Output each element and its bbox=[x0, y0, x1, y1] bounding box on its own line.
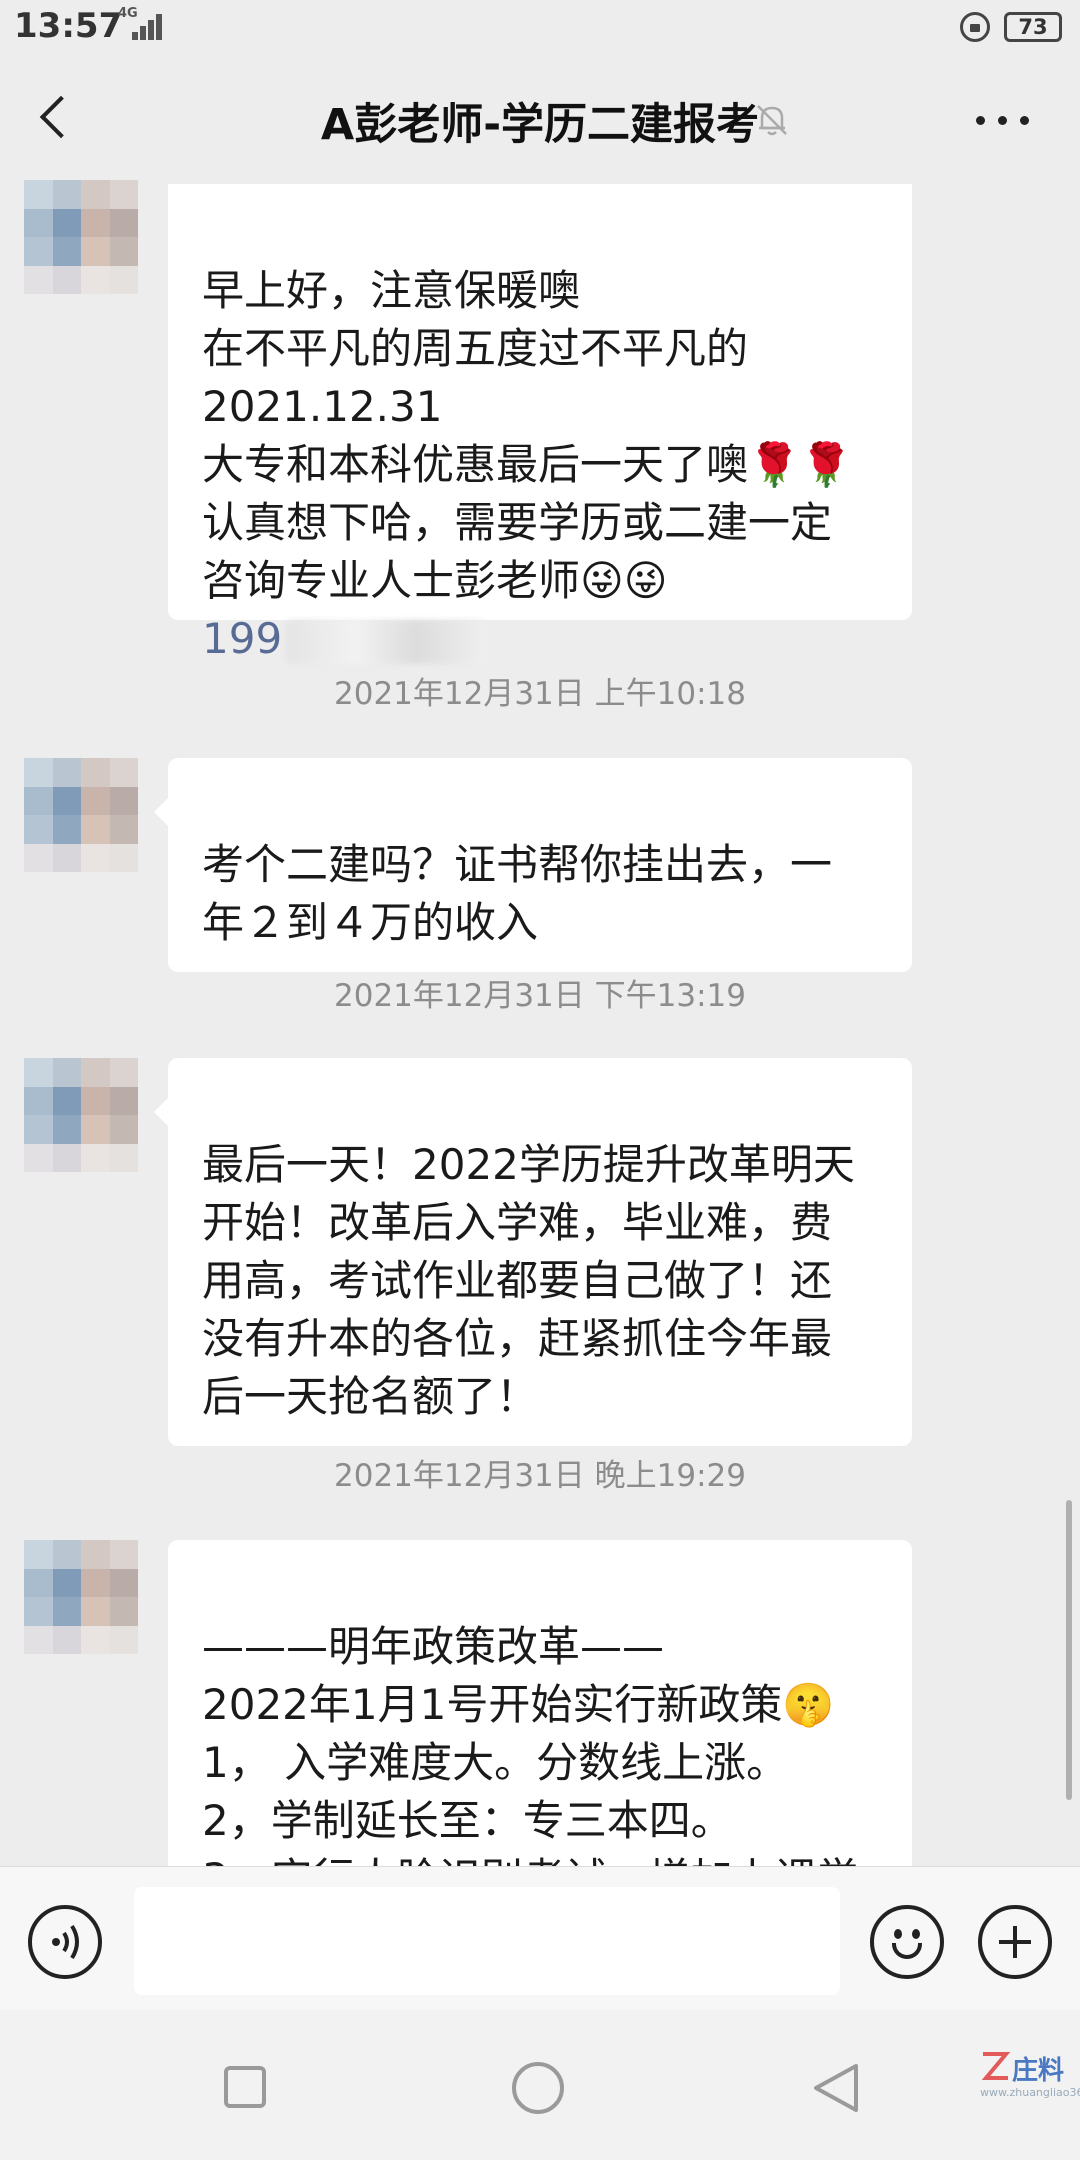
message-text: ———明年政策改革—— 2022年1月1号开始实行新政策🤫 1， 入学难度大。分… bbox=[202, 1622, 859, 1866]
message-timestamp: 2021年12月31日 下午13:19 bbox=[334, 978, 746, 1014]
phone-number-text: 199 bbox=[202, 614, 283, 663]
message-text: 考个二建吗？证书帮你挂出去，一 年２到４万的收入 bbox=[202, 840, 833, 947]
message-bubble[interactable]: ———明年政策改革—— 2022年1月1号开始实行新政策🤫 1， 入学难度大。分… bbox=[168, 1540, 912, 1866]
chat-title: A彭老师-学历二建报考 bbox=[320, 100, 760, 150]
message-text: 最后一天！2022学历提升改革明天 开始！改革后入学难，毕业难，费 用高，考试作… bbox=[202, 1140, 855, 1421]
plus-circle-icon[interactable] bbox=[978, 1905, 1052, 1979]
system-nav-bar bbox=[0, 2010, 1080, 2160]
home-icon[interactable] bbox=[512, 2062, 564, 2114]
emoji-icon[interactable] bbox=[870, 1905, 944, 1979]
message-bubble[interactable]: 考个二建吗？证书帮你挂出去，一 年２到４万的收入 bbox=[154, 758, 912, 972]
battery-icon: 73 bbox=[1004, 12, 1062, 42]
input-bar bbox=[0, 1866, 1080, 2010]
message-timestamp: 2021年12月31日 上午10:18 bbox=[334, 676, 746, 712]
status-bar: 13:57 4G 73 bbox=[0, 0, 1080, 56]
avatar[interactable] bbox=[24, 758, 138, 872]
message-text: 早上好，注意保暖噢 在不平凡的周五度过不平凡的 2021.12.31 大专和本科… bbox=[202, 266, 853, 605]
watermark: 庄料 www.zhuangliao365.com bbox=[980, 2050, 1080, 2120]
watermark-logo-icon bbox=[981, 2052, 1010, 2080]
avatar[interactable] bbox=[24, 1058, 138, 1172]
bell-off-icon bbox=[757, 105, 787, 136]
chat-header: A彭老师-学历二建报考 bbox=[0, 56, 1080, 184]
redacted-blur bbox=[286, 619, 487, 664]
message-timestamp: 2021年12月31日 晚上19:29 bbox=[334, 1458, 746, 1494]
message-bubble[interactable]: 早上好，注意保暖噢 在不平凡的周五度过不平凡的 2021.12.31 大专和本科… bbox=[168, 184, 912, 664]
scrollbar[interactable] bbox=[1066, 1500, 1072, 1800]
rotation-lock-icon bbox=[960, 12, 990, 42]
back-triangle-icon[interactable] bbox=[808, 2060, 864, 2116]
avatar[interactable] bbox=[24, 1540, 138, 1654]
message-bubble[interactable]: 最后一天！2022学历提升改革明天 开始！改革后入学难，毕业难，费 用高，考试作… bbox=[154, 1058, 912, 1446]
recent-apps-icon[interactable] bbox=[224, 2066, 266, 2108]
more-dots-icon[interactable] bbox=[968, 106, 1038, 136]
voice-icon[interactable] bbox=[28, 1905, 102, 1979]
message-input[interactable] bbox=[134, 1887, 840, 1995]
status-time: 13:57 bbox=[14, 6, 123, 46]
watermark-url: www.zhuangliao365.com bbox=[980, 2086, 1080, 2099]
phone-number[interactable]: 199 bbox=[202, 610, 878, 668]
signal-icon: 4G bbox=[118, 6, 162, 42]
watermark-text: 庄料 bbox=[1012, 2056, 1065, 2086]
avatar[interactable] bbox=[24, 180, 138, 294]
network-type: 4G bbox=[118, 6, 138, 21]
